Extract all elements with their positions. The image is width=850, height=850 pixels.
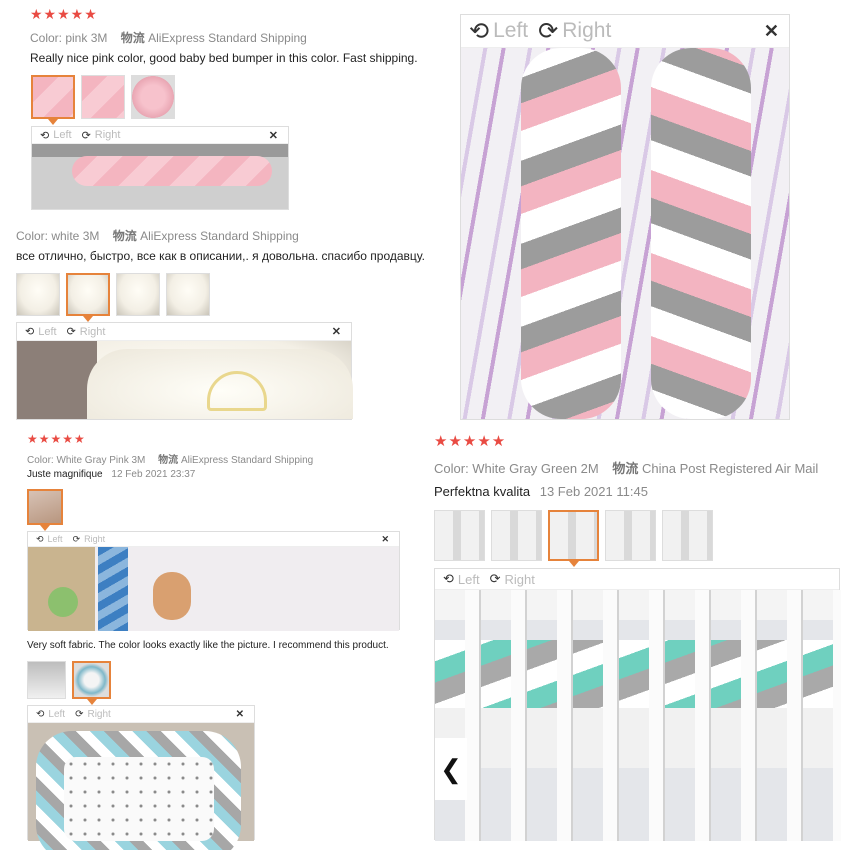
review-meta: Color: White Gray Pink 3M 物流 AliExpress … bbox=[27, 451, 313, 466]
rotate-right-icon[interactable]: ⟳ bbox=[538, 17, 558, 46]
image-viewer: ⟲ Left ⟳ Right ❮ bbox=[434, 568, 841, 841]
review-thumbnail[interactable] bbox=[31, 75, 75, 125]
rotate-right-button[interactable]: Right bbox=[562, 19, 611, 43]
prev-image-button[interactable]: ❮ bbox=[435, 738, 467, 800]
review-meta: Color: pink 3M 物流 AliExpress Standard Sh… bbox=[30, 29, 307, 46]
color-label: Color: pink 3M bbox=[30, 31, 108, 45]
image-viewer: ⟲ Left ⟳ Right ✕ bbox=[16, 322, 353, 420]
color-label: Color: White Gray Green 2M bbox=[434, 461, 599, 476]
color-label: Color: white 3M bbox=[16, 229, 100, 243]
rating-stars: ★★★★★ bbox=[27, 432, 86, 446]
review-thumbnail[interactable] bbox=[116, 273, 160, 316]
shipping-label: 物流 bbox=[120, 31, 145, 45]
rotate-left-icon[interactable]: ⟲ bbox=[443, 571, 454, 587]
viewer-toolbar: ⟲ Left ⟳ Right ✕ bbox=[28, 706, 254, 723]
shipping-method: AliExpress Standard Shipping bbox=[180, 455, 314, 466]
thumbnail-strip bbox=[434, 510, 713, 567]
review-thumbnail[interactable] bbox=[131, 75, 175, 119]
rotate-left-button[interactable]: Left bbox=[458, 572, 480, 587]
rotate-left-icon[interactable]: ⟲ bbox=[40, 129, 49, 142]
shipping-label: 物流 bbox=[158, 455, 179, 466]
thumbnail-strip bbox=[16, 273, 210, 322]
rotate-right-button[interactable]: Right bbox=[95, 129, 121, 141]
rotate-right-icon[interactable]: ⟳ bbox=[67, 325, 76, 338]
rotate-right-icon[interactable]: ⟳ bbox=[82, 129, 91, 142]
review-thumbnail[interactable] bbox=[27, 661, 66, 699]
rotate-left-button[interactable]: Left bbox=[48, 534, 63, 544]
image-viewer: ⟲ Left ⟳ Right ✕ bbox=[27, 705, 255, 850]
review-thumbnail[interactable] bbox=[66, 273, 110, 322]
shipping-label: 物流 bbox=[612, 461, 639, 476]
shipping-method: AliExpress Standard Shipping bbox=[140, 229, 299, 243]
rotate-right-icon[interactable]: ⟳ bbox=[73, 534, 81, 545]
review-text: Juste magnifique 12 Feb 2021 23:37 bbox=[27, 469, 195, 480]
review-photo bbox=[461, 48, 789, 419]
review-thumbnail[interactable] bbox=[662, 510, 713, 561]
rotate-right-icon[interactable]: ⟳ bbox=[490, 571, 501, 587]
review-thumbnail[interactable] bbox=[605, 510, 656, 561]
review-thumbnail[interactable] bbox=[548, 510, 599, 567]
image-viewer: ⟲ Left ⟳ Right ✕ bbox=[27, 531, 400, 631]
thumbnail-strip bbox=[31, 75, 175, 125]
review-thumbnail[interactable] bbox=[72, 661, 111, 705]
review-meta: Color: white 3M 物流 AliExpress Standard S… bbox=[16, 227, 299, 244]
rotate-right-button[interactable]: Right bbox=[505, 572, 535, 587]
rotate-right-icon[interactable]: ⟳ bbox=[75, 709, 83, 720]
review-body: Juste magnifique bbox=[27, 469, 103, 480]
rotate-left-icon[interactable]: ⟲ bbox=[25, 325, 34, 338]
rotate-left-button[interactable]: Left bbox=[493, 19, 528, 43]
review-photo bbox=[28, 723, 254, 850]
viewer-toolbar: ⟲ Left ⟳ Right ✕ bbox=[17, 323, 351, 341]
review-photo bbox=[17, 341, 353, 419]
rating-stars: ★★★★★ bbox=[434, 433, 507, 450]
review-thumbnail[interactable] bbox=[166, 273, 210, 316]
color-label: Color: White Gray Pink 3M bbox=[27, 455, 146, 466]
review-photo bbox=[28, 547, 399, 631]
close-icon[interactable]: ✕ bbox=[236, 709, 244, 720]
rotate-right-button[interactable]: Right bbox=[84, 534, 105, 544]
shipping-label: 物流 bbox=[112, 229, 137, 243]
rotate-left-button[interactable]: Left bbox=[38, 326, 56, 338]
close-icon[interactable]: ✕ bbox=[269, 129, 278, 142]
shipping-method: AliExpress Standard Shipping bbox=[148, 31, 307, 45]
viewer-toolbar: ⟲ Left ⟳ Right ✕ bbox=[461, 15, 789, 48]
review-text: Really nice pink color, good baby bed bu… bbox=[30, 51, 418, 65]
rotate-right-button[interactable]: Right bbox=[87, 709, 110, 720]
review-text: все отлично, быстро, все как в описании,… bbox=[16, 249, 425, 263]
rotate-left-icon[interactable]: ⟲ bbox=[469, 17, 489, 46]
close-icon[interactable]: ✕ bbox=[764, 21, 779, 42]
review-thumbnail[interactable] bbox=[434, 510, 485, 561]
review-date: 13 Feb 2021 11:45 bbox=[539, 484, 648, 499]
chevron-left-icon: ❮ bbox=[440, 753, 462, 784]
close-icon[interactable]: ✕ bbox=[381, 534, 389, 545]
rotate-left-icon[interactable]: ⟲ bbox=[36, 534, 44, 545]
viewer-toolbar: ⟲ Left ⟳ Right ✕ bbox=[32, 127, 288, 144]
rotate-right-button[interactable]: Right bbox=[80, 326, 106, 338]
review-date: 12 Feb 2021 23:37 bbox=[111, 469, 196, 480]
thumbnail-strip bbox=[27, 489, 63, 531]
review-text: Perfektna kvalita 13 Feb 2021 11:45 bbox=[434, 484, 648, 499]
rotate-left-button[interactable]: Left bbox=[53, 129, 71, 141]
viewer-toolbar: ⟲ Left ⟳ Right bbox=[435, 569, 839, 590]
review-thumbnail[interactable] bbox=[16, 273, 60, 316]
review-photo: ❮ bbox=[435, 590, 841, 841]
shipping-method: China Post Registered Air Mail bbox=[641, 461, 819, 476]
review-text: Very soft fabric. The color looks exactl… bbox=[27, 640, 389, 651]
image-viewer-large: ⟲ Left ⟳ Right ✕ bbox=[460, 14, 790, 420]
viewer-toolbar: ⟲ Left ⟳ Right ✕ bbox=[28, 532, 399, 547]
rotate-left-icon[interactable]: ⟲ bbox=[36, 709, 44, 720]
review-thumbnail[interactable] bbox=[27, 489, 63, 531]
review-meta: Color: White Gray Green 2M 物流 China Post… bbox=[434, 458, 818, 477]
review-thumbnail[interactable] bbox=[81, 75, 125, 119]
review-body: Perfektna kvalita bbox=[434, 484, 531, 499]
rating-stars: ★★★★★ bbox=[30, 6, 98, 22]
image-viewer: ⟲ Left ⟳ Right ✕ bbox=[31, 126, 289, 210]
thumbnail-strip bbox=[27, 661, 111, 705]
review-thumbnail[interactable] bbox=[491, 510, 542, 561]
rotate-left-button[interactable]: Left bbox=[48, 709, 65, 720]
review-photo bbox=[32, 144, 288, 209]
close-icon[interactable]: ✕ bbox=[332, 325, 341, 338]
